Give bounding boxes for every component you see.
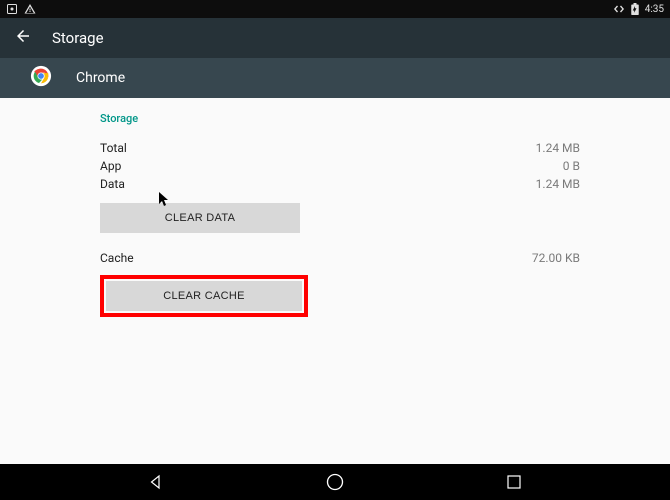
action-bar: Storage bbox=[0, 18, 670, 58]
row-label: Data bbox=[100, 175, 125, 193]
row-label: Cache bbox=[100, 249, 134, 267]
row-value: 72.00 KB bbox=[532, 249, 580, 267]
chrome-icon bbox=[30, 65, 52, 91]
row-value: 1.24 MB bbox=[536, 175, 580, 193]
screenshot-icon bbox=[6, 3, 18, 15]
status-bar: 4:35 bbox=[0, 0, 670, 18]
row-label: App bbox=[100, 157, 121, 175]
nav-home-icon[interactable] bbox=[325, 472, 345, 492]
row-app: App 0 B bbox=[100, 157, 580, 175]
row-data: Data 1.24 MB bbox=[100, 175, 580, 193]
back-arrow-icon[interactable] bbox=[14, 27, 32, 49]
clear-data-button[interactable]: CLEAR DATA bbox=[100, 203, 300, 233]
row-cache: Cache 72.00 KB bbox=[100, 249, 580, 267]
highlight-annotation: CLEAR CACHE bbox=[100, 275, 308, 317]
app-header: Chrome bbox=[0, 58, 670, 98]
row-value: 1.24 MB bbox=[536, 139, 580, 157]
warning-icon bbox=[24, 3, 36, 15]
navigation-bar bbox=[0, 464, 670, 500]
page-title: Storage bbox=[52, 29, 104, 47]
row-value: 0 B bbox=[563, 157, 580, 175]
clear-cache-button[interactable]: CLEAR CACHE bbox=[106, 281, 302, 311]
nav-back-icon[interactable] bbox=[147, 473, 165, 491]
row-label: Total bbox=[100, 139, 127, 157]
section-label: Storage bbox=[100, 112, 580, 125]
app-name: Chrome bbox=[76, 70, 125, 86]
storage-content: Storage Total 1.24 MB App 0 B Data 1.24 … bbox=[0, 98, 670, 317]
dev-icon bbox=[613, 3, 625, 15]
clock-text: 4:35 bbox=[645, 4, 664, 15]
nav-recent-icon[interactable] bbox=[505, 473, 523, 491]
battery-icon bbox=[631, 3, 639, 15]
row-total: Total 1.24 MB bbox=[100, 139, 580, 157]
